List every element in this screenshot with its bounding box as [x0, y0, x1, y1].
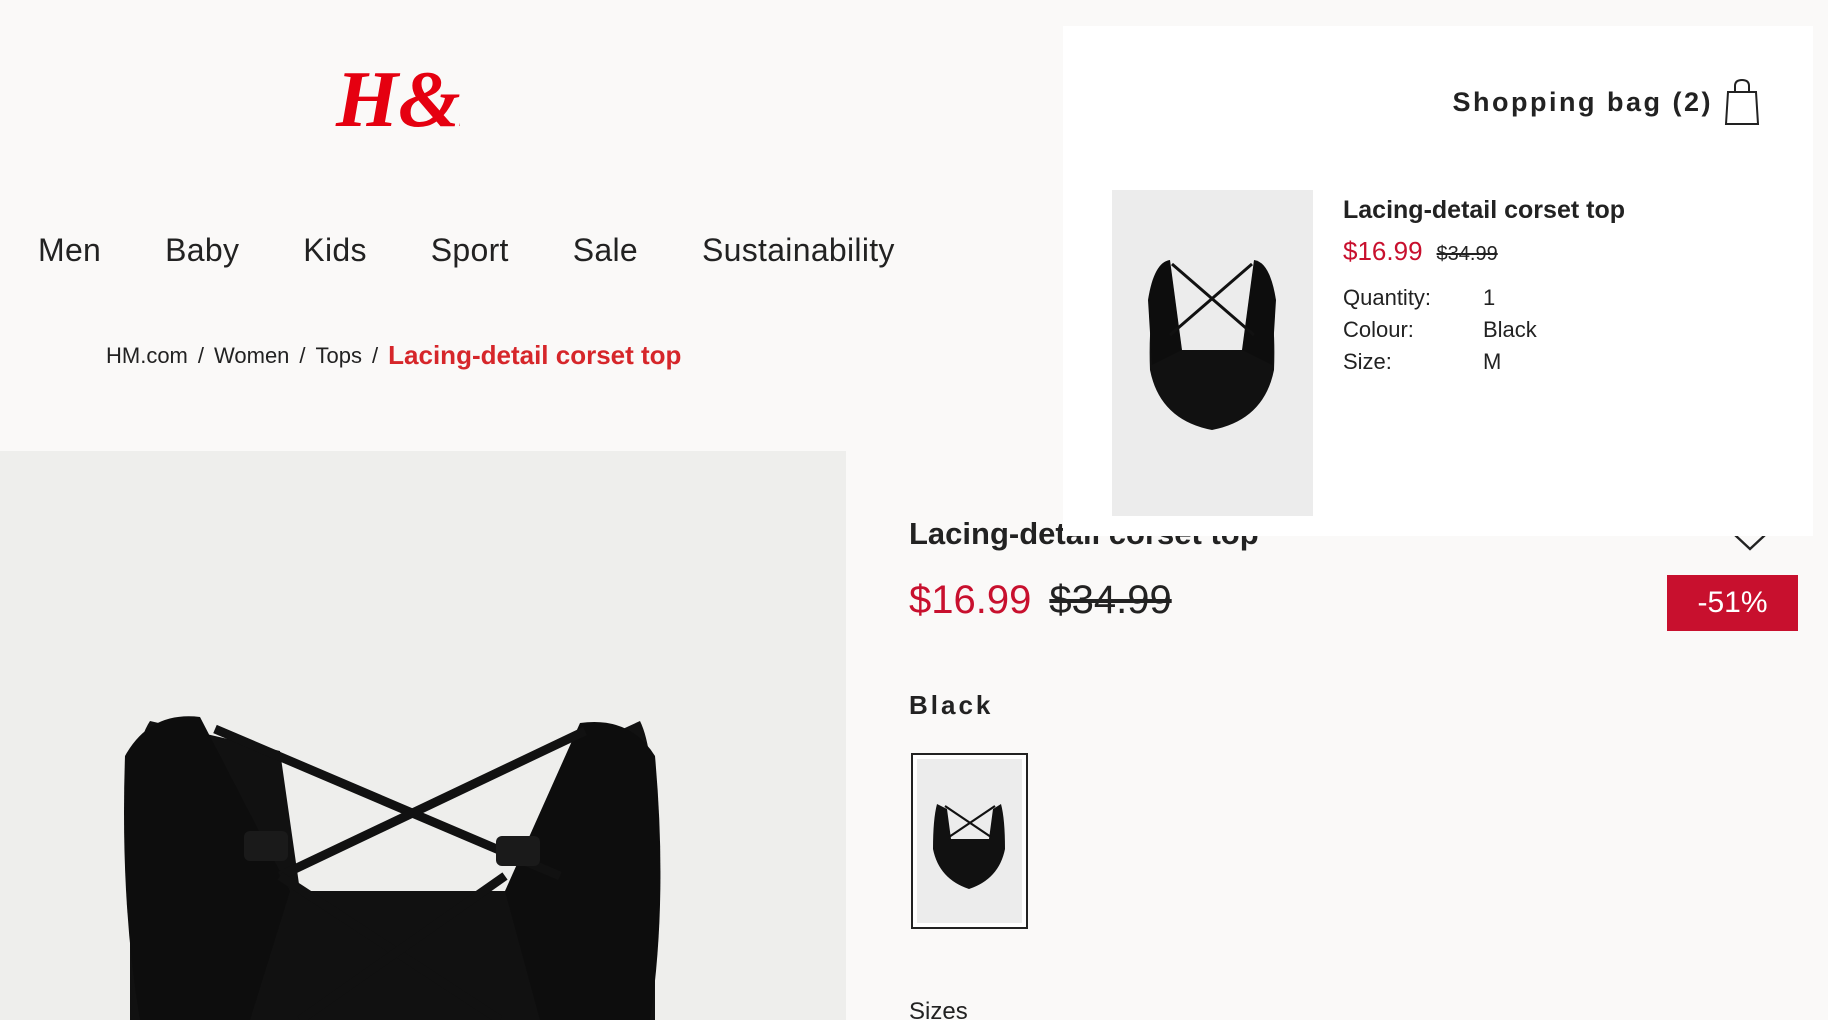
detail-value: 1 [1483, 285, 1496, 310]
sizes-label: Sizes [909, 998, 968, 1020]
nav-item-men[interactable]: Men [38, 232, 101, 269]
bag-detail-size: Size: M [1343, 346, 1537, 378]
bag-item-details: Quantity: 1 Colour: Black Size: M [1343, 282, 1537, 378]
nav-item-sale[interactable]: Sale [573, 232, 638, 269]
corset-top-photo [124, 716, 661, 1020]
shopping-bag-button[interactable]: Shopping bag (2) [1453, 78, 1761, 126]
breadcrumb-tops[interactable]: Tops [316, 343, 362, 369]
bag-detail-colour: Colour: Black [1343, 314, 1537, 346]
nav-item-baby[interactable]: Baby [165, 232, 239, 269]
bag-price-original: $34.99 [1436, 243, 1498, 265]
breadcrumb-women[interactable]: Women [214, 343, 289, 369]
product-price: $16.99 $34.99 [909, 578, 1172, 623]
product-main-image[interactable] [0, 451, 846, 1020]
breadcrumb-separator: / [197, 342, 205, 368]
bag-price-sale: $16.99 [1343, 236, 1423, 266]
hm-logo[interactable]: H&M [334, 54, 460, 142]
shopping-bag-icon [1724, 78, 1760, 125]
detail-key: Size: [1343, 349, 1392, 374]
breadcrumb-home[interactable]: HM.com [106, 343, 188, 369]
bag-detail-quantity: Quantity: 1 [1343, 282, 1537, 314]
colour-label: Black [909, 690, 994, 720]
bag-item-thumbnail[interactable] [1112, 190, 1313, 516]
price-sale: $16.99 [909, 578, 1032, 622]
breadcrumb-separator: / [372, 342, 379, 368]
discount-badge: -51% [1667, 575, 1798, 631]
colour-swatch-black[interactable] [911, 753, 1028, 929]
swatch-thumbnail [917, 759, 1022, 923]
detail-value: Black [1483, 317, 1537, 342]
main-nav: Men Baby Kids Sport Sale Sustainability [38, 232, 959, 269]
breadcrumb-current: Lacing-detail corset top [388, 340, 682, 370]
bag-item-title[interactable]: Lacing-detail corset top [1343, 196, 1625, 225]
detail-value: M [1483, 349, 1502, 374]
breadcrumb-separator: / [299, 342, 306, 368]
nav-item-sustainability[interactable]: Sustainability [702, 232, 895, 269]
bag-item-photo [1112, 190, 1313, 516]
hm-logo-mark: H&M [335, 56, 460, 142]
detail-key: Quantity: [1343, 285, 1432, 310]
detail-key: Colour: [1343, 317, 1414, 342]
logo-text: H&M [335, 56, 460, 142]
bag-item-price: $16.99 $34.99 [1343, 236, 1498, 267]
price-original: $34.99 [1049, 578, 1172, 622]
breadcrumb: HM.com / Women / Tops / Lacing-detail co… [106, 340, 681, 371]
nav-item-sport[interactable]: Sport [431, 232, 509, 269]
shopping-bag-label: Shopping bag (2) [1452, 86, 1713, 117]
nav-item-kids[interactable]: Kids [303, 232, 366, 269]
shopping-bag-flyout: Shopping bag (2) Lacing-detail corset to… [1063, 26, 1813, 536]
